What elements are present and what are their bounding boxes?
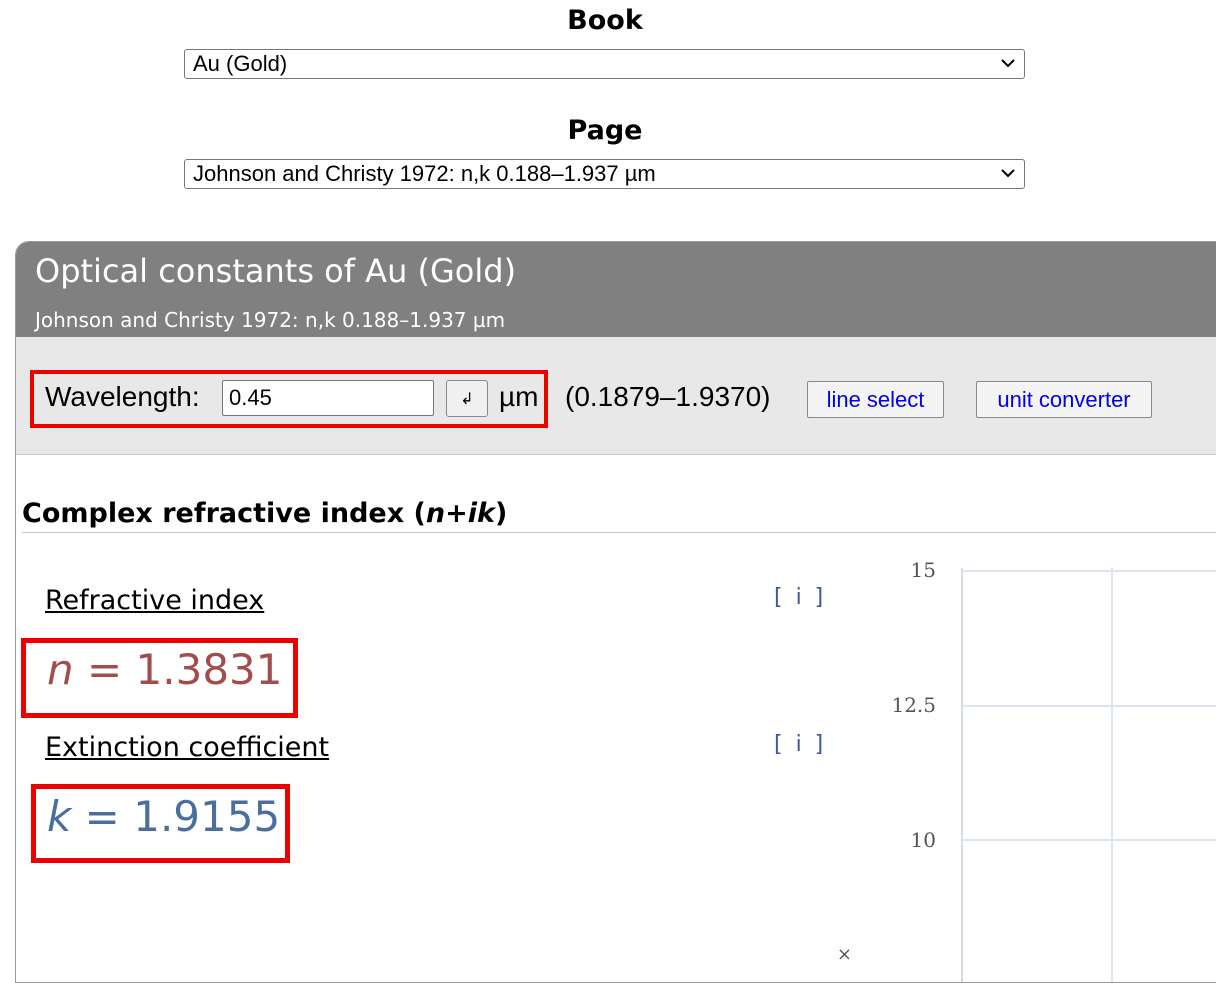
k-symbol: k [47, 792, 72, 841]
page-select[interactable]: Johnson and Christy 1972: n,k 0.188–1.93… [184, 159, 1025, 189]
n-equals: = [73, 645, 136, 694]
book-select-value: Au (Gold) [193, 51, 288, 76]
wavelength-input[interactable]: 0.45 [222, 380, 434, 416]
y-tick-label: 12.5 [891, 693, 936, 717]
n-number: 1.3831 [135, 645, 283, 694]
enter-button[interactable]: ↲ [446, 380, 488, 417]
y-tick-label: 10 [910, 828, 936, 852]
panel-header: Optical constants of Au (Gold) Johnson a… [16, 242, 1216, 337]
book-select[interactable]: Au (Gold) [184, 49, 1025, 79]
book-label: Book [567, 5, 643, 36]
extinction-info-link[interactable]: [ i ] [774, 732, 826, 757]
page-label: Page [567, 115, 643, 146]
extinction-value: k = 1.9155 [47, 792, 280, 841]
refractive-value: n = 1.3831 [47, 645, 283, 694]
panel-subtitle: Johnson and Christy 1972: n,k 0.188–1.93… [35, 308, 506, 332]
y-tick-label-partial: × [836, 944, 852, 965]
refractive-info-link[interactable]: [ i ] [774, 585, 826, 610]
chevron-down-icon [1001, 169, 1015, 178]
extinction-coefficient-link[interactable]: Extinction coefficient [45, 732, 329, 763]
section-divider [22, 532, 1216, 533]
section-title-text: Complex refractive index ( [22, 498, 426, 529]
section-title-expr: n+ik [425, 498, 495, 529]
refractive-index-link[interactable]: Refractive index [45, 585, 264, 616]
chevron-down-icon [1001, 59, 1015, 68]
wavelength-label: Wavelength: [45, 381, 200, 412]
k-number: 1.9155 [133, 792, 281, 841]
optical-constants-panel: Optical constants of Au (Gold) Johnson a… [15, 241, 1216, 983]
y-tick-label: 15 [910, 558, 936, 582]
wavelength-range: (0.1879–1.9370) [565, 381, 771, 412]
enter-icon: ↲ [460, 389, 474, 408]
section-title: Complex refractive index (n+ik) [22, 498, 507, 529]
page-select-value: Johnson and Christy 1972: n,k 0.188–1.93… [193, 161, 656, 186]
wavelength-unit: µm [499, 381, 539, 412]
k-equals: = [71, 792, 134, 841]
panel-title: Optical constants of Au (Gold) [35, 252, 517, 290]
line-select-button[interactable]: line select [807, 381, 944, 418]
plot-area[interactable] [960, 568, 1216, 983]
n-symbol: n [47, 645, 74, 694]
wavelength-controls: Wavelength: 0.45 ↲ µm (0.1879–1.9370) li… [16, 337, 1216, 455]
section-title-close: ) [494, 498, 508, 529]
unit-converter-button[interactable]: unit converter [976, 381, 1152, 418]
